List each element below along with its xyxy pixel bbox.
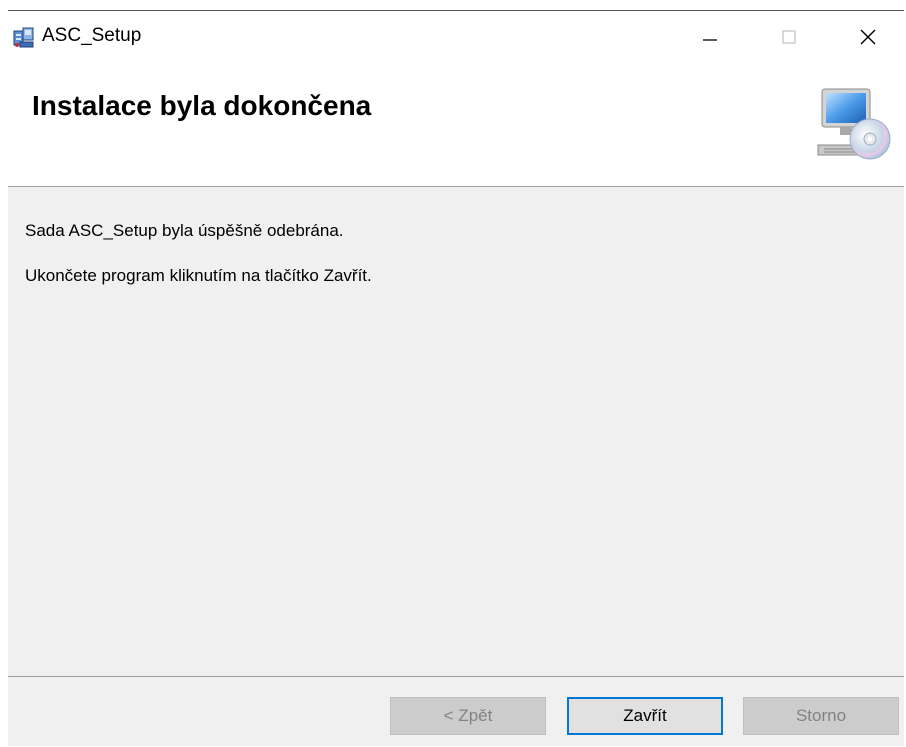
close-icon: [860, 29, 876, 45]
minimize-button[interactable]: [674, 11, 746, 63]
title-bar[interactable]: ASC_Setup: [8, 11, 904, 63]
content-panel: Sada ASC_Setup byla úspěšně odebrána. Uk…: [8, 187, 904, 676]
removal-message: Sada ASC_Setup byla úspěšně odebrána.: [25, 221, 344, 240]
back-button: < Zpět: [390, 697, 546, 735]
header-banner: Instalace byla dokončena: [8, 63, 904, 187]
page-title: Instalace byla dokončena: [32, 90, 372, 121]
button-bar: < Zpět Zavřít Storno: [8, 676, 904, 746]
cancel-button: Storno: [743, 697, 899, 735]
maximize-icon: [782, 30, 796, 44]
close-button[interactable]: Zavřít: [567, 697, 723, 735]
maximize-button[interactable]: [753, 11, 825, 63]
minimize-icon: [703, 39, 717, 41]
close-window-button[interactable]: [832, 11, 904, 63]
computer-cd-icon: [817, 88, 891, 160]
window-title: ASC_Setup: [42, 25, 142, 46]
close-instruction-message: Ukončete program kliknutím na tlačítko Z…: [25, 266, 372, 285]
installer-icon: [13, 27, 34, 48]
setup-window: ASC_Setup Instalace byla dokončena Sada …: [8, 10, 904, 746]
